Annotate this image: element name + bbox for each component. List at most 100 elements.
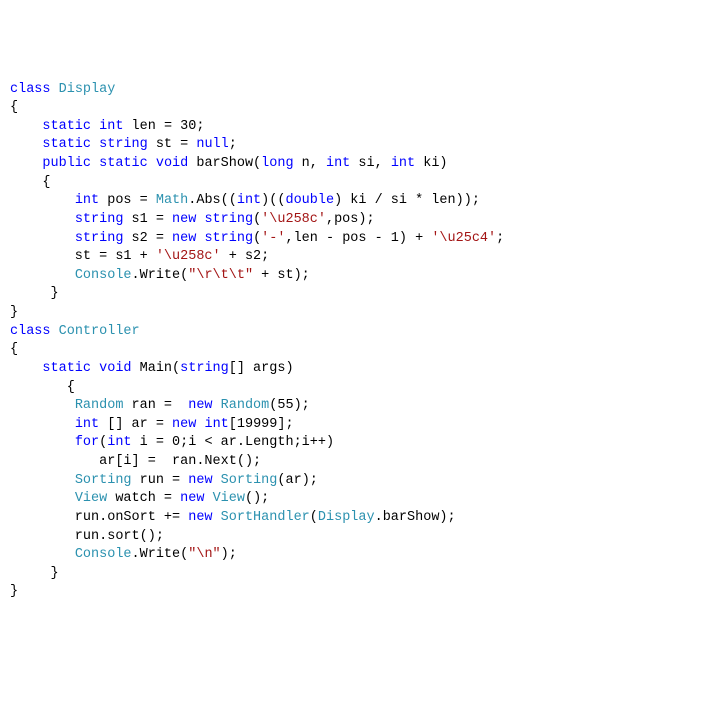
txt: i = 0;i < ar.Length;i++) [132, 435, 335, 450]
txt: .Write( [132, 268, 189, 283]
line-15: { [10, 342, 18, 357]
line-10: st = s1 + '\u258c' + s2; [10, 249, 269, 264]
txt: si, [350, 156, 391, 171]
type-sorthandler: SortHandler [221, 510, 310, 525]
kw-string: string [75, 212, 124, 227]
txt: ( [253, 212, 261, 227]
line-07: int pos = Math.Abs((int)((double) ki / s… [10, 193, 480, 208]
txt: [] ar = [99, 417, 172, 432]
txt: watch = [107, 491, 180, 506]
kw-new: new [188, 398, 212, 413]
txt: ; [496, 231, 504, 246]
kw-int: int [204, 417, 228, 432]
txt: len = 30; [123, 119, 204, 134]
type-view: View [213, 491, 245, 506]
type-math: Math [156, 193, 188, 208]
kw-static: static [99, 156, 148, 171]
kw-string: string [204, 212, 253, 227]
type-controller: Controller [59, 324, 140, 339]
txt: st = [148, 137, 197, 152]
line-26: Console.Write("\n"); [10, 547, 237, 562]
str-lit: '\u25c4' [431, 231, 496, 246]
txt: ,pos); [326, 212, 375, 227]
kw-static: static [42, 361, 91, 376]
line-05: public static void barShow(long n, int s… [10, 156, 448, 171]
txt: s1 = [123, 212, 172, 227]
line-01: class Display [10, 82, 115, 97]
line-28: } [10, 584, 18, 599]
type-console: Console [75, 268, 132, 283]
txt: barShow( [188, 156, 261, 171]
txt: ran = [123, 398, 188, 413]
kw-double: double [285, 193, 334, 208]
str-lit: '\u258c' [261, 212, 326, 227]
type-view: View [75, 491, 107, 506]
kw-int: int [237, 193, 261, 208]
line-22: Sorting run = new Sorting(ar); [10, 473, 318, 488]
txt: ( [253, 231, 261, 246]
line-13: } [10, 305, 18, 320]
kw-void: void [99, 361, 131, 376]
line-20: for(int i = 0;i < ar.Length;i++) [10, 435, 334, 450]
kw-void: void [156, 156, 188, 171]
line-11: Console.Write("\r\t\t" + st); [10, 268, 310, 283]
kw-new: new [172, 231, 196, 246]
line-25: run.sort(); [10, 529, 164, 544]
kw-string: string [75, 231, 124, 246]
txt: ) ki / si * len)); [334, 193, 480, 208]
kw-new: new [172, 212, 196, 227]
txt: pos = [99, 193, 156, 208]
kw-int: int [326, 156, 350, 171]
txt: + st); [253, 268, 310, 283]
type-random: Random [221, 398, 270, 413]
line-16: static void Main(string[] args) [10, 361, 294, 376]
txt: .Abs(( [188, 193, 237, 208]
kw-new: new [172, 417, 196, 432]
txt: run = [132, 473, 189, 488]
type-random: Random [75, 398, 124, 413]
txt: run.onSort += [10, 510, 188, 525]
kw-new: new [188, 510, 212, 525]
line-02: { [10, 100, 18, 115]
kw-static: static [42, 137, 91, 152]
line-04: static string st = null; [10, 137, 237, 152]
txt: )(( [261, 193, 285, 208]
kw-int: int [107, 435, 131, 450]
kw-new: new [180, 491, 204, 506]
line-23: View watch = new View(); [10, 491, 269, 506]
txt: (); [245, 491, 269, 506]
line-27: } [10, 566, 59, 581]
kw-int: int [75, 417, 99, 432]
kw-public: public [42, 156, 91, 171]
str-lit: '-' [261, 231, 285, 246]
txt: s2 = [123, 231, 172, 246]
type-sorting: Sorting [75, 473, 132, 488]
line-08: string s1 = new string('\u258c',pos); [10, 212, 375, 227]
kw-null: null [196, 137, 228, 152]
str-lit: '\u258c' [156, 249, 221, 264]
kw-int: int [391, 156, 415, 171]
kw-string: string [204, 231, 253, 246]
line-03: static int len = 30; [10, 119, 204, 134]
txt: ,len - pos - 1) + [285, 231, 431, 246]
type-display: Display [318, 510, 375, 525]
str-lit: "\n" [188, 547, 220, 562]
kw-new: new [188, 473, 212, 488]
code-block: class Display { static int len = 30; sta… [10, 81, 710, 603]
kw-string: string [180, 361, 229, 376]
txt: ); [221, 547, 237, 562]
txt: [] args) [229, 361, 294, 376]
kw-class: class [10, 324, 51, 339]
txt: ki) [415, 156, 447, 171]
txt: ( [310, 510, 318, 525]
txt: .Write( [132, 547, 189, 562]
str-lit: "\r\t\t" [188, 268, 253, 283]
txt: Main( [132, 361, 181, 376]
txt: [19999]; [229, 417, 294, 432]
type-display: Display [59, 82, 116, 97]
type-console: Console [75, 547, 132, 562]
kw-for: for [75, 435, 99, 450]
type-sorting: Sorting [221, 473, 278, 488]
line-14: class Controller [10, 324, 140, 339]
line-12: } [10, 286, 59, 301]
